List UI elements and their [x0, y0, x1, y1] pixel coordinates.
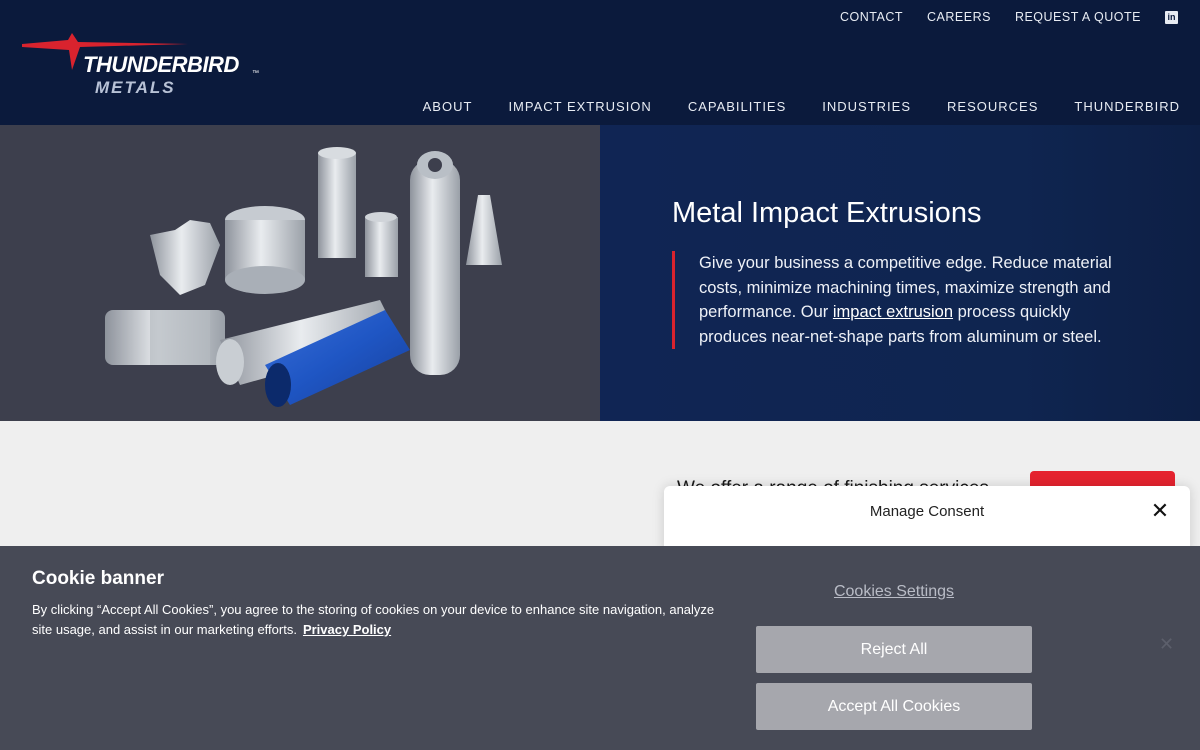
cookies-settings-link[interactable]: Cookies Settings [756, 583, 1032, 601]
close-icon[interactable]: ✕ [1159, 635, 1174, 653]
hero-title: Metal Impact Extrusions [672, 197, 982, 229]
cookie-banner-text: By clicking “Accept All Cookies”, you ag… [32, 600, 732, 640]
cookie-banner-title: Cookie banner [32, 568, 164, 589]
hero-image [0, 125, 600, 421]
nav-careers[interactable]: CAREERS [927, 10, 991, 24]
extruded-parts-image [105, 147, 502, 407]
accept-all-cookies-button[interactable]: Accept All Cookies [756, 683, 1032, 730]
nav-contact[interactable]: CONTACT [840, 10, 903, 24]
manage-consent-title: Manage Consent [869, 503, 985, 520]
main-nav: ABOUT IMPACT EXTRUSION CAPABILITIES INDU… [387, 99, 1180, 114]
nav-about[interactable]: ABOUT [423, 99, 473, 114]
nav-capabilities[interactable]: CAPABILITIES [688, 99, 786, 114]
nav-thunderbird[interactable]: THUNDERBIRD [1074, 99, 1180, 114]
site-header: THUNDERBIRD ™ METALS CONTACT CAREERS REQ… [0, 0, 1200, 125]
logo-name: THUNDERBIRD [83, 52, 239, 77]
reject-all-button[interactable]: Reject All [756, 626, 1032, 673]
nav-resources[interactable]: RESOURCES [947, 99, 1038, 114]
privacy-policy-link[interactable]: Privacy Policy [303, 622, 391, 637]
logo-trademark: ™ [252, 70, 259, 77]
nav-request-quote[interactable]: REQUEST A QUOTE [1015, 10, 1141, 24]
nav-impact-extrusion[interactable]: IMPACT EXTRUSION [508, 99, 651, 114]
cookie-banner: Cookie banner By clicking “Accept All Co… [0, 546, 1200, 750]
linkedin-icon[interactable]: in [1165, 10, 1178, 24]
utility-nav: CONTACT CAREERS REQUEST A QUOTE in [816, 10, 1178, 24]
logo-subtitle: METALS [95, 78, 176, 97]
thunderbird-logo[interactable]: THUNDERBIRD ™ METALS [20, 30, 265, 102]
hero-description: Give your business a competitive edge. R… [672, 251, 1132, 349]
hero-panel: Metal Impact Extrusions Give your busine… [600, 125, 1200, 421]
close-icon[interactable]: ✕ [1150, 500, 1170, 522]
impact-extrusion-link[interactable]: impact extrusion [833, 303, 953, 321]
nav-industries[interactable]: INDUSTRIES [822, 99, 911, 114]
